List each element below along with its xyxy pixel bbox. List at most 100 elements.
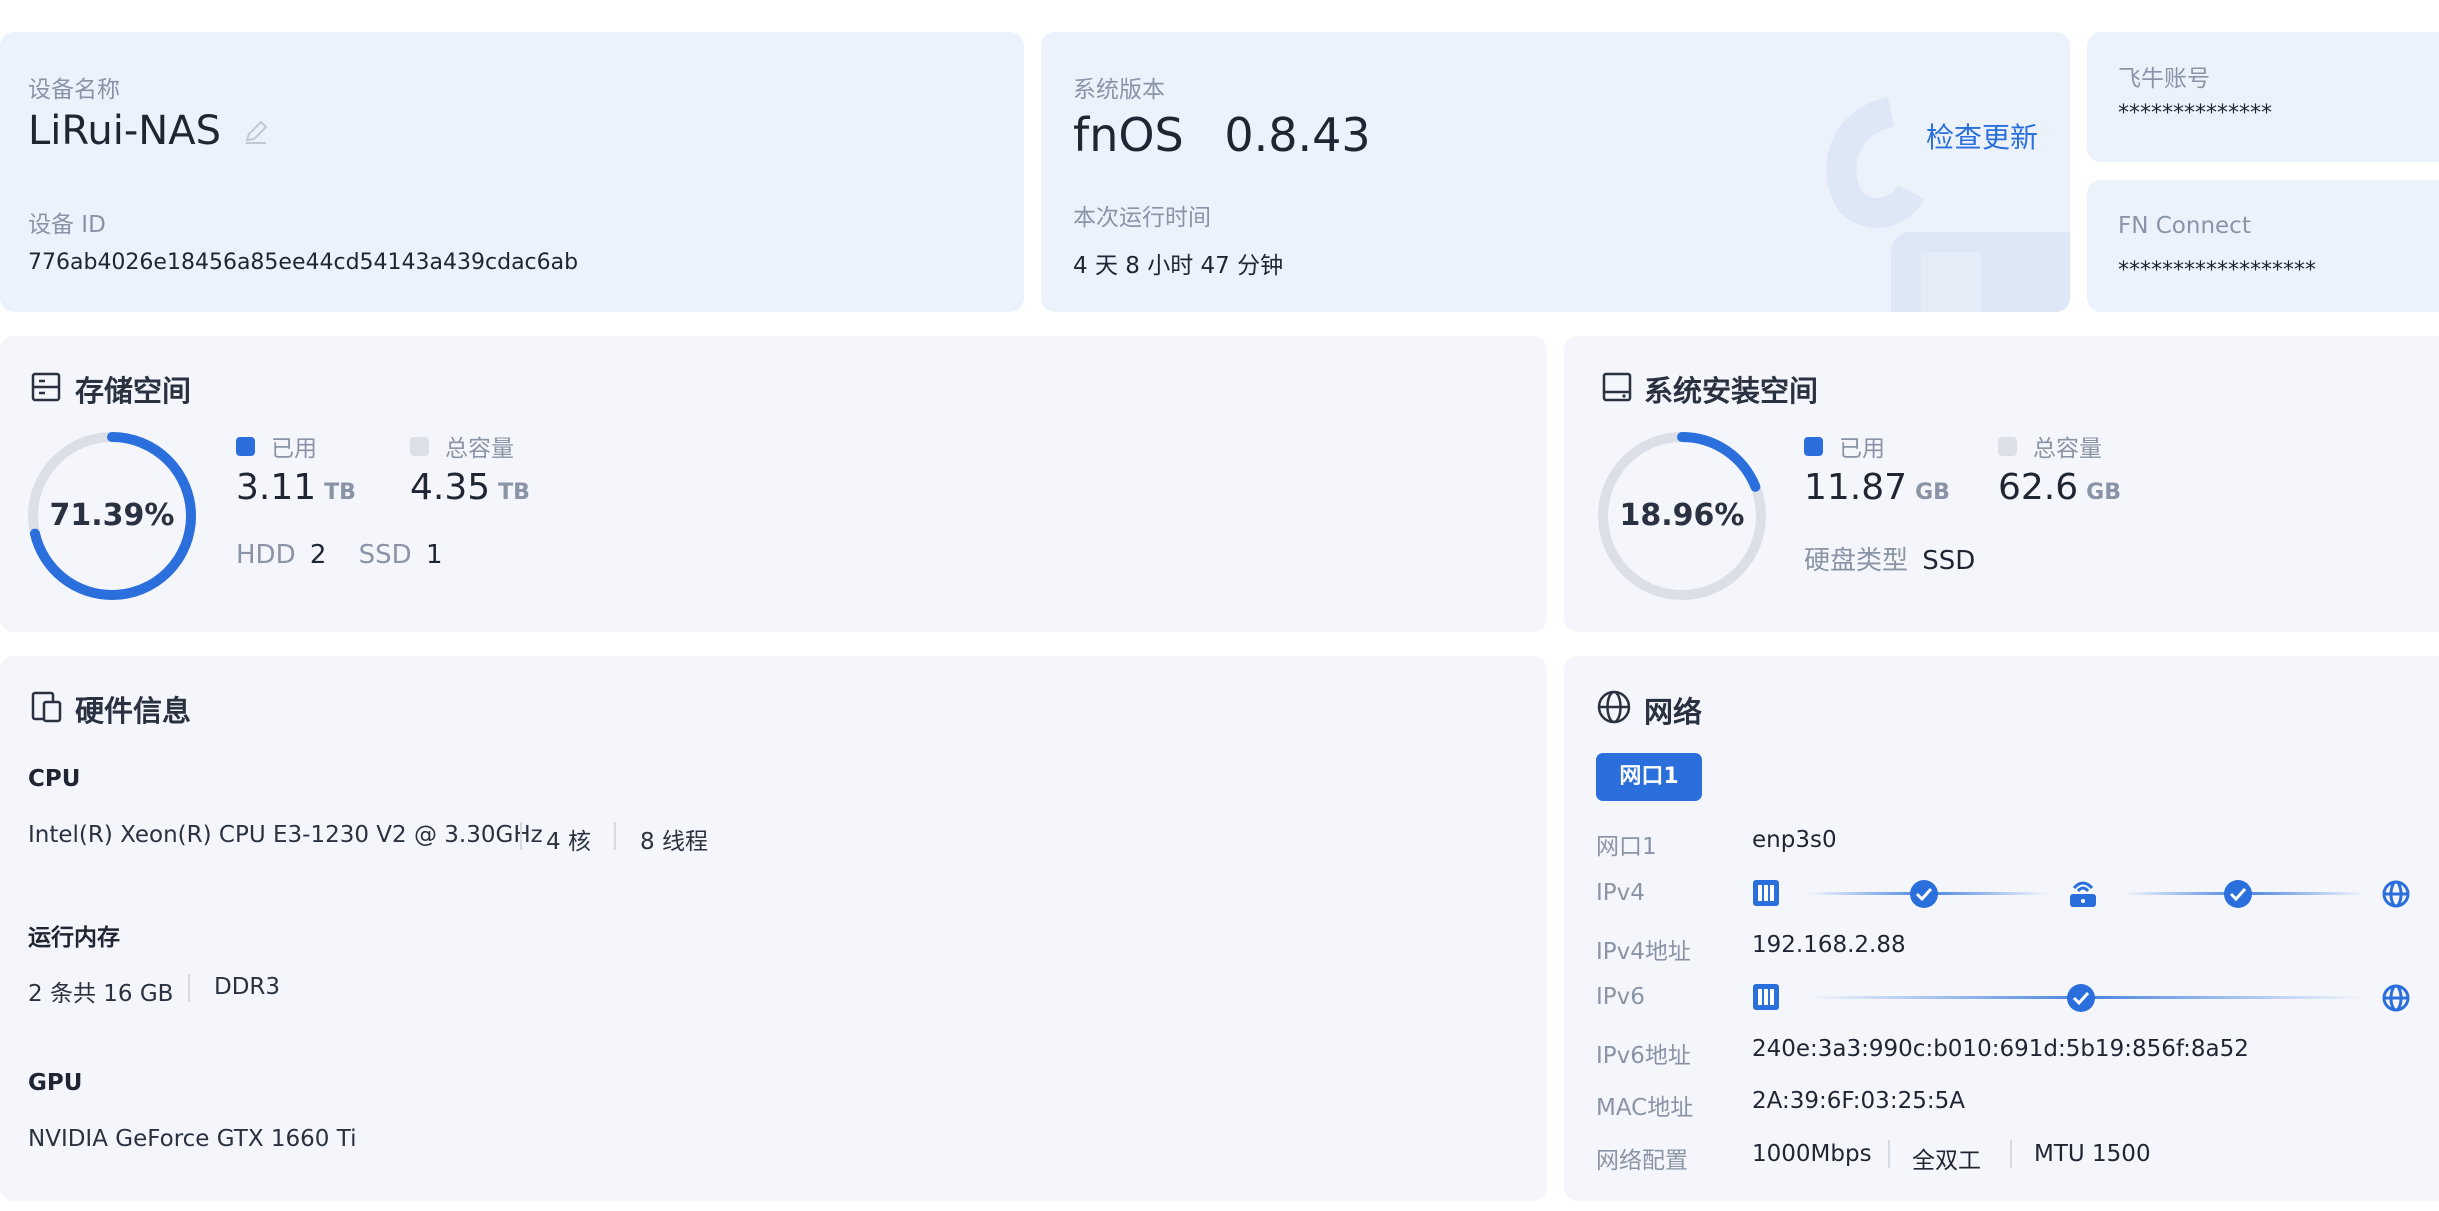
ram-size: 2 条共 16 GB — [28, 981, 174, 1007]
network-port-icon — [1753, 984, 1779, 1010]
storage-total-label: 总容量 — [445, 436, 514, 462]
disk-type-label: 硬盘类型 — [1804, 546, 1909, 576]
disk-type-value: SSD — [1922, 546, 1976, 576]
os-version: 0.8.43 — [1224, 108, 1371, 162]
tab-port-1[interactable]: 网口1 — [1596, 753, 1702, 801]
storage-total-unit: TB — [498, 480, 530, 505]
network-mtu: MTU 1500 — [2034, 1141, 2151, 1167]
fn-connect-card[interactable]: FN Connect ****************** — [2087, 180, 2439, 312]
uptime-label: 本次运行时间 — [1073, 205, 1211, 231]
check-icon — [2224, 880, 2252, 908]
ipv4-status-path — [1753, 880, 2410, 908]
ipv6-address-label: IPv6地址 — [1596, 1043, 1691, 1069]
router-icon — [2070, 881, 2096, 907]
cpu-cores: 4 核 — [546, 829, 591, 855]
hdd-label: HDD — [236, 540, 296, 570]
storage-percent: 71.39% — [49, 498, 175, 533]
network-config-label: 网络配置 — [1596, 1148, 1688, 1174]
ipv6-label: IPv6 — [1596, 984, 1645, 1010]
cpu-label: CPU — [28, 766, 81, 792]
edit-icon[interactable] — [242, 110, 270, 156]
disk-icon — [1601, 371, 1633, 407]
device-id-label: 设备 ID — [28, 212, 106, 238]
divider — [2010, 1140, 2012, 1168]
used-legend-swatch — [236, 437, 255, 456]
ipv6-address: 240e:3a3:990c:b010:691d:5b19:856f:8a52 — [1752, 1036, 2249, 1062]
storage-used-legend: 已用 — [236, 429, 317, 463]
ipv4-address-label: IPv4地址 — [1596, 939, 1691, 965]
device-name-text: LiRui-NAS — [28, 108, 221, 154]
total-legend-swatch — [1998, 437, 2017, 456]
feiniu-account-label: 飞牛账号 — [2118, 66, 2210, 92]
device-name-label: 设备名称 — [28, 77, 120, 103]
system-used-unit: GB — [1915, 480, 1950, 505]
system-used-number: 11.87 — [1804, 467, 1908, 508]
system-total-unit: GB — [2086, 480, 2121, 505]
storage-card[interactable]: 存储空间 71.39% 已用 3.11 TB 总容量 4.35 TB HDD 2 S… — [0, 336, 1547, 632]
globe-icon — [2382, 984, 2410, 1012]
mac-address: 2A:39:6F:03:25:5A — [1752, 1088, 1965, 1114]
check-update-link[interactable]: 检查更新 — [1926, 116, 2038, 156]
system-storage-title: 系统安装空间 — [1644, 374, 1819, 408]
globe-icon — [1596, 689, 1632, 729]
system-storage-card[interactable]: 系统安装空间 18.96% 已用 11.87 GB 总容量 62.6 GB 硬盘类型… — [1564, 336, 2439, 632]
storage-total-number: 4.35 — [410, 467, 491, 508]
fn-connect-label: FN Connect — [2118, 213, 2251, 239]
port-value: enp3s0 — [1752, 827, 1837, 853]
storage-used-number: 3.11 — [236, 467, 317, 508]
storage-total-value: 4.35 TB — [410, 467, 530, 508]
system-total-legend: 总容量 — [1998, 429, 2102, 463]
ipv6-status-path — [1753, 984, 2410, 1012]
cpu-threads: 8 线程 — [640, 829, 708, 855]
system-version: fnOS 0.8.43 — [1073, 108, 1371, 162]
ram-type: DDR3 — [214, 974, 281, 1000]
gpu-model: NVIDIA GeForce GTX 1660 Ti — [28, 1126, 357, 1152]
system-version-label: 系统版本 — [1073, 77, 1165, 103]
ipv4-label: IPv4 — [1596, 880, 1645, 906]
hardware-icon — [30, 690, 64, 728]
network-title: 网络 — [1644, 695, 1703, 729]
fn-connect-value: ****************** — [2118, 258, 2316, 283]
divider — [614, 822, 616, 850]
ssd-label: SSD — [358, 540, 412, 570]
system-card: 系统版本 fnOS 0.8.43 检查更新 本次运行时间 4 天 8 小时 47… — [1041, 32, 2070, 312]
divider — [188, 974, 190, 1002]
check-icon — [1910, 880, 1938, 908]
feiniu-account-value: ************** — [2118, 101, 2272, 126]
device-name: LiRui-NAS — [28, 108, 270, 156]
hdd-count: 2 — [309, 540, 327, 570]
storage-total-legend: 总容量 — [410, 429, 514, 463]
disk-counts: HDD 2 SSD 1 — [236, 540, 443, 570]
system-total-value: 62.6 GB — [1998, 467, 2121, 508]
check-icon — [2067, 984, 2095, 1012]
storage-used-unit: TB — [324, 480, 356, 505]
network-speed: 1000Mbps — [1752, 1141, 1872, 1167]
system-total-label: 总容量 — [2033, 436, 2102, 462]
network-port-icon — [1753, 880, 1779, 906]
total-legend-swatch — [410, 437, 429, 456]
device-id: 776ab4026e18456a85ee44cd54143a439cdac6ab — [28, 250, 579, 275]
ipv4-address: 192.168.2.88 — [1752, 932, 1906, 958]
ram-label: 运行内存 — [28, 925, 120, 951]
globe-icon — [2382, 880, 2410, 908]
disk-type: 硬盘类型 SSD — [1804, 540, 1975, 577]
storage-used-label: 已用 — [271, 436, 317, 462]
system-total-number: 62.6 — [1998, 467, 2079, 508]
os-name: fnOS — [1073, 108, 1184, 162]
feiniu-account-card[interactable]: 飞牛账号 ************** — [2087, 32, 2439, 162]
hardware-title: 硬件信息 — [75, 694, 192, 728]
gpu-label: GPU — [28, 1070, 83, 1096]
port-label: 网口1 — [1596, 834, 1657, 860]
hardware-card: 硬件信息 CPU Intel(R) Xeon(R) CPU E3-1230 V2… — [0, 656, 1547, 1201]
divider — [1888, 1140, 1890, 1168]
system-used-value: 11.87 GB — [1804, 467, 1950, 508]
uptime-value: 4 天 8 小时 47 分钟 — [1073, 253, 1284, 279]
storage-used-value: 3.11 TB — [236, 467, 356, 508]
system-used-legend: 已用 — [1804, 429, 1885, 463]
network-card — [1564, 656, 2439, 1201]
storage-title: 存储空间 — [75, 374, 192, 408]
used-legend-swatch — [1804, 437, 1823, 456]
cpu-model: Intel(R) Xeon(R) CPU E3-1230 V2 @ 3.30GH… — [28, 822, 543, 848]
system-storage-percent: 18.96% — [1619, 498, 1745, 533]
network-duplex: 全双工 — [1912, 1148, 1981, 1174]
